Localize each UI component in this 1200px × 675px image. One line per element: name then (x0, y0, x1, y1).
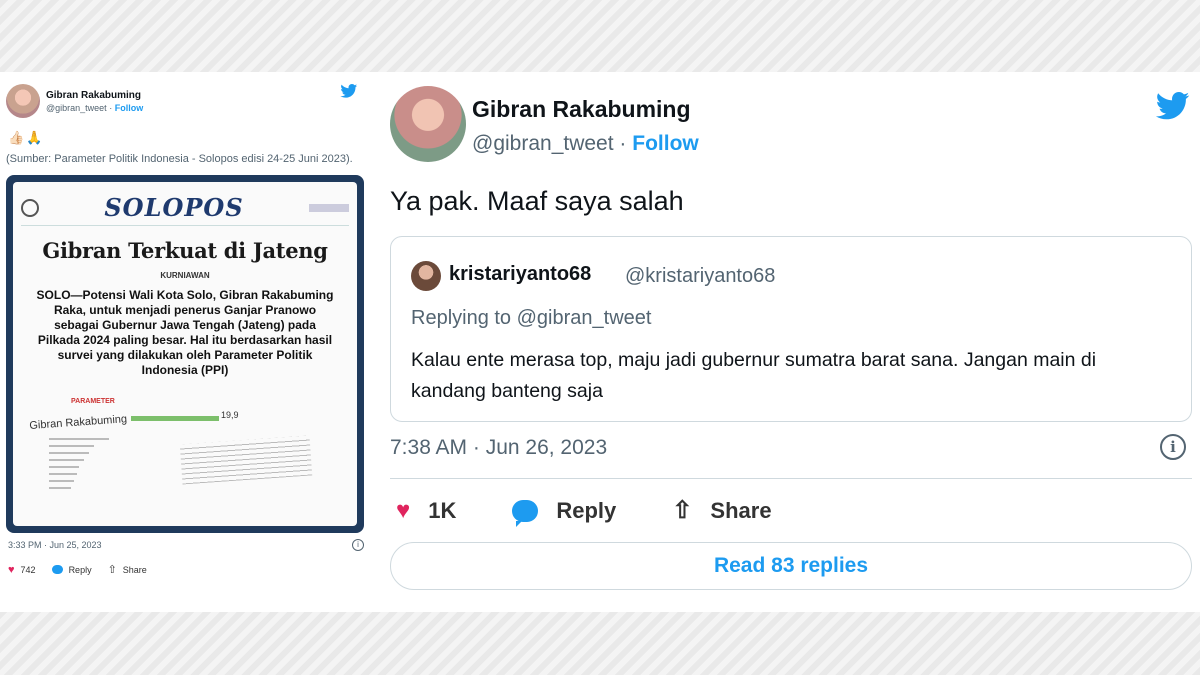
author-handle-row: @gibran_tweet · Follow (472, 132, 699, 156)
replying-to: Replying to @gibran_tweet (411, 307, 652, 329)
seal-icon (21, 198, 39, 217)
handle-separator: · (619, 132, 627, 155)
left-tweet-card: Gibran Rakabuming @gibran_tweet · Follow… (0, 72, 372, 612)
reply-button[interactable]: Reply (512, 497, 617, 527)
tweet-timestamp[interactable]: 7:38 AM · Jun 26, 2023 (390, 436, 607, 460)
left-tweet-actions: ♥ 742 Reply ⇧ Share (6, 563, 366, 577)
like-count: 1K (428, 497, 457, 523)
reply-label: Reply (556, 497, 617, 523)
newspaper-page: SOLOPOS Gibran Terkuat di Jateng KURNIAW… (13, 182, 357, 526)
heart-icon: ♥ (8, 563, 15, 576)
chart-title: PARAMETER (71, 398, 115, 405)
like-count: 742 (20, 564, 36, 575)
reply-bubble-icon (512, 499, 539, 527)
quoted-author-handle[interactable]: @kristariyanto68 (625, 265, 775, 288)
author-name[interactable]: Gibran Rakabuming (46, 89, 143, 102)
author-handle-row: @gibran_tweet · Follow (46, 102, 143, 114)
avatar[interactable] (390, 86, 466, 162)
handle-separator: · (109, 102, 113, 113)
quoted-tweet-text: Kalau ente merasa top, maju jadi gubernu… (411, 349, 1097, 402)
read-replies-button[interactable]: Read 83 replies (390, 542, 1192, 590)
quoted-tweet[interactable]: kristariyanto68 @kristariyanto68 Replyin… (390, 236, 1192, 422)
share-button[interactable]: ⇧ Share (108, 563, 147, 576)
left-tweet-header: Gibran Rakabuming @gibran_tweet · Follow (6, 82, 366, 120)
reply-label: Reply (68, 564, 92, 575)
newspaper-byline: KURNIAWAN (160, 271, 210, 280)
follow-button[interactable]: Follow (632, 132, 699, 155)
chart-bar (131, 416, 219, 421)
divider (390, 478, 1192, 479)
masthead-title: SOLOPOS (104, 193, 244, 222)
quoted-author-name[interactable]: kristariyanto68 (449, 263, 591, 286)
reply-button[interactable]: Reply (51, 564, 92, 575)
chart-value: 19,9 (221, 410, 239, 420)
reply-bubble-icon (51, 565, 63, 574)
newspaper-body: SOLO—Potensi Wali Kota Solo, Gibran Raka… (36, 288, 334, 377)
chart-category-label: Gibran Rakabuming (29, 413, 128, 432)
avatar[interactable] (6, 84, 40, 118)
newspaper-chart: PARAMETER Gibran Rakabuming 19,9 (21, 390, 349, 510)
author-handle[interactable]: @gibran_tweet (472, 132, 614, 155)
newspaper-headline: Gibran Terkuat di Jateng (42, 238, 328, 263)
heart-icon: ♥ (396, 496, 411, 524)
share-icon: ⇧ (672, 497, 693, 524)
quoted-avatar[interactable] (411, 261, 441, 291)
author-name[interactable]: Gibran Rakabuming (472, 96, 691, 123)
share-icon: ⇧ (107, 564, 117, 576)
tweet-text: (Sumber: Parameter Politik Indonesia - S… (6, 153, 353, 165)
right-tweet-actions: ♥ 1K Reply ⇧ Share (396, 496, 828, 527)
like-button[interactable]: ♥ 742 (8, 564, 36, 576)
chart-rows (49, 438, 149, 494)
share-label: Share (710, 497, 772, 523)
tweet-timestamp[interactable]: 3:33 PM · Jun 25, 2023 (8, 540, 102, 550)
left-tweet-meta: 3:33 PM · Jun 25, 2023 i (6, 539, 366, 551)
like-button[interactable]: ♥ 1K (396, 497, 456, 525)
follow-button[interactable]: Follow (115, 103, 144, 113)
emoji-text: 👍🏻🙏 (8, 130, 45, 145)
share-label: Share (122, 564, 147, 575)
share-button[interactable]: ⇧ Share (672, 496, 771, 525)
twitter-bird-icon[interactable] (1156, 92, 1190, 120)
info-icon[interactable]: i (1160, 434, 1186, 460)
info-icon[interactable]: i (352, 539, 364, 551)
tweet-text: Ya pak. Maaf saya salah (390, 186, 684, 216)
newspaper-image[interactable]: SOLOPOS Gibran Terkuat di Jateng KURNIAW… (6, 175, 364, 533)
right-tweet-card: Gibran Rakabuming @gibran_tweet · Follow… (378, 72, 1200, 612)
twitter-bird-icon[interactable] (340, 84, 358, 98)
masthead-edition-block (309, 203, 349, 212)
newspaper-masthead: SOLOPOS (21, 190, 349, 226)
author-handle[interactable]: @gibran_tweet (46, 103, 107, 113)
newspaper-note (179, 435, 313, 485)
